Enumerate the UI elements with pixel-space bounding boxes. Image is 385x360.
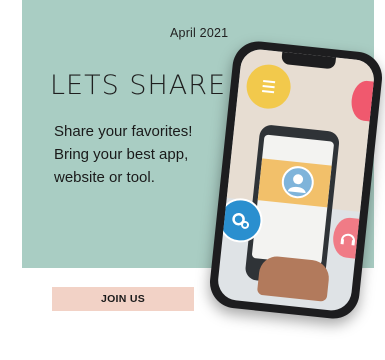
headline: LETS SHARE bbox=[50, 70, 227, 101]
phone-screen bbox=[216, 47, 376, 313]
intro-line-2: Bring your best app, bbox=[54, 146, 189, 163]
user-avatar-icon bbox=[280, 164, 316, 200]
intro-line-3: website or tool. bbox=[54, 169, 155, 186]
share-card: April 2021 LETS SHARE Share your favorit… bbox=[22, 0, 385, 360]
date-label: April 2021 bbox=[170, 26, 229, 40]
hand-illustration bbox=[256, 254, 331, 302]
intro-text: Share your favorites! Bring your best ap… bbox=[54, 120, 224, 189]
tablet-screen bbox=[251, 134, 335, 266]
phone-frame bbox=[207, 38, 385, 322]
headphones-icon bbox=[331, 216, 366, 260]
intro-line-1: Share your favorites! bbox=[54, 123, 193, 140]
join-us-button[interactable]: JOIN US bbox=[52, 287, 194, 311]
smartphone-icon bbox=[207, 38, 385, 322]
